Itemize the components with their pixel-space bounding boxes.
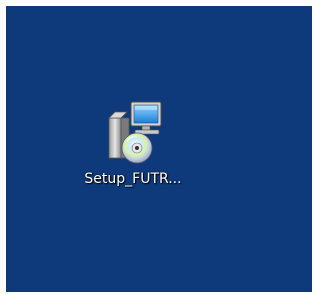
installer-icon: [97, 96, 169, 168]
desktop-background[interactable]: Setup_FUTR...: [6, 6, 312, 292]
desktop-icon-label: Setup_FUTR...: [84, 171, 182, 187]
desktop-icon-setup[interactable]: Setup_FUTR...: [83, 94, 183, 212]
